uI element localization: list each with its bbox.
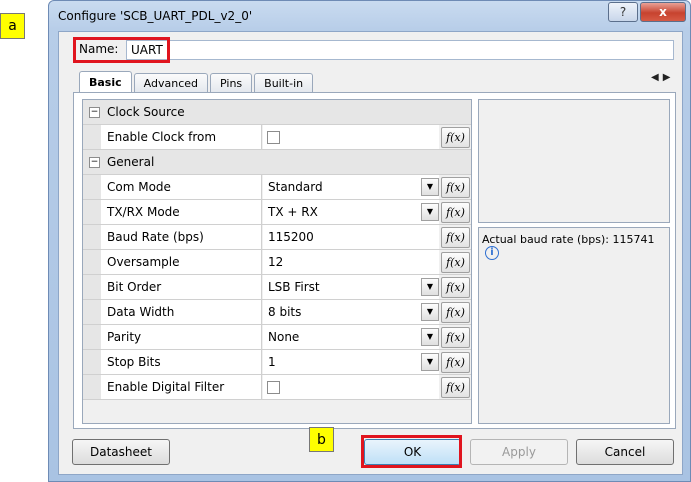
property-name: Enable Digital Filter	[83, 375, 262, 399]
row-gutter	[83, 325, 101, 349]
tab-panel-basic: − Clock Source Enable Clock from Termina…	[73, 92, 676, 429]
collapse-icon[interactable]: −	[89, 157, 100, 168]
cancel-button[interactable]: Cancel	[576, 439, 674, 465]
bit-order-select[interactable]: LSB First ▼	[263, 275, 439, 299]
property-value: 1	[268, 355, 276, 369]
row-enable-clock: Enable Clock from Terminal f(x)	[83, 125, 471, 168]
category-label: General	[107, 155, 155, 169]
tab-basic[interactable]: Basic	[79, 71, 132, 93]
property-value: None	[268, 330, 300, 344]
tab-pins[interactable]: Pins	[210, 73, 253, 92]
callout-b: b	[309, 427, 334, 452]
row-gutter	[83, 350, 101, 374]
chevron-down-icon[interactable]: ▼	[421, 303, 439, 321]
property-value: Standard	[268, 180, 323, 194]
highlight-box-ok	[361, 435, 462, 468]
property-name: Bit Order	[83, 275, 262, 299]
property-name: Oversample	[83, 250, 262, 274]
parity-select[interactable]: None ▼	[263, 325, 439, 349]
row-oversample: Oversample 12 f(x)	[83, 250, 471, 275]
dialog-client: Name: UART Basic Advanced Pins Built-in …	[58, 31, 683, 475]
chevron-down-icon[interactable]: ▼	[421, 278, 439, 296]
row-gutter	[83, 200, 101, 224]
fx-button[interactable]: f(x)	[441, 352, 470, 373]
close-icon: x	[659, 5, 667, 19]
chevron-down-icon[interactable]: ▼	[421, 178, 439, 196]
category-clock-source[interactable]: − Clock Source	[83, 100, 471, 125]
name-input[interactable]: UART	[126, 40, 674, 60]
dialog-window: Configure 'SCB_UART_PDL_v2_0' ? x Name: …	[48, 0, 691, 482]
chevron-down-icon[interactable]: ▼	[421, 328, 439, 346]
fx-button[interactable]: f(x)	[441, 277, 470, 298]
tab-bar: Basic Advanced Pins Built-in	[79, 70, 315, 93]
fx-button[interactable]: f(x)	[441, 227, 470, 248]
digital-filter-checkbox[interactable]	[267, 381, 280, 394]
row-gutter	[83, 275, 101, 299]
symbol-preview	[478, 99, 670, 223]
fx-button[interactable]: f(x)	[441, 202, 470, 223]
txrx-mode-select[interactable]: TX + RX ▼	[263, 200, 439, 224]
tab-scroll-arrows: ◀▶	[651, 72, 674, 83]
property-name: Data Width	[83, 300, 262, 324]
info-icon[interactable]: i	[485, 246, 499, 260]
oversample-input[interactable]: 12	[263, 250, 439, 274]
row-baud-rate: Baud Rate (bps) 115200 f(x)	[83, 225, 471, 250]
tab-scroll-left-icon[interactable]: ◀	[651, 72, 663, 83]
chevron-down-icon[interactable]: ▼	[421, 203, 439, 221]
property-name: Parity	[83, 325, 262, 349]
category-label: Clock Source	[107, 105, 185, 119]
property-value: TX + RX	[268, 205, 318, 219]
row-data-width: Data Width 8 bits ▼ f(x)	[83, 300, 471, 325]
row-gutter	[83, 375, 101, 399]
apply-button[interactable]: Apply	[470, 439, 568, 465]
row-gutter	[83, 300, 101, 324]
baud-rate-input[interactable]: 115200	[263, 225, 439, 249]
help-icon: ?	[619, 5, 627, 19]
fx-button[interactable]: f(x)	[441, 377, 470, 398]
property-name: Stop Bits	[83, 350, 262, 374]
window-title: Configure 'SCB_UART_PDL_v2_0'	[58, 9, 253, 23]
property-value: 8 bits	[268, 305, 302, 319]
datasheet-button[interactable]: Datasheet	[72, 439, 170, 465]
actual-baud-rate-text: Actual baud rate (bps): 115741	[482, 233, 655, 246]
fx-button[interactable]: f(x)	[441, 177, 470, 198]
help-button[interactable]: ?	[608, 2, 638, 22]
highlight-box-name	[73, 37, 170, 63]
property-name: Com Mode	[83, 175, 262, 199]
row-bit-order: Bit Order LSB First ▼ f(x)	[83, 275, 471, 300]
fx-button[interactable]: f(x)	[441, 252, 470, 273]
row-gutter	[83, 250, 101, 274]
row-stop-bits: Stop Bits 1 ▼ f(x)	[83, 350, 471, 375]
property-name: Baud Rate (bps)	[83, 225, 262, 249]
row-gutter	[83, 175, 101, 199]
row-gutter	[83, 225, 101, 249]
row-digital-filter: Enable Digital Filter f(x)	[83, 375, 471, 400]
property-name: TX/RX Mode	[83, 200, 262, 224]
tab-built-in[interactable]: Built-in	[254, 73, 314, 92]
row-com-mode: Com Mode Standard ▼ f(x)	[83, 175, 471, 200]
property-value	[263, 375, 439, 399]
fx-button[interactable]: f(x)	[441, 327, 470, 348]
data-width-select[interactable]: 8 bits ▼	[263, 300, 439, 324]
chevron-down-icon[interactable]: ▼	[421, 353, 439, 371]
close-button[interactable]: x	[640, 2, 686, 22]
collapse-icon[interactable]: −	[89, 107, 100, 118]
tab-scroll-right-icon[interactable]: ▶	[663, 72, 675, 83]
com-mode-select[interactable]: Standard ▼	[263, 175, 439, 199]
row-parity: Parity None ▼ f(x)	[83, 325, 471, 350]
property-value	[263, 125, 439, 149]
property-name: Enable Clock from Terminal	[83, 125, 262, 168]
fx-button[interactable]: f(x)	[441, 302, 470, 323]
stop-bits-select[interactable]: 1 ▼	[263, 350, 439, 374]
property-value: LSB First	[268, 280, 320, 294]
tab-advanced[interactable]: Advanced	[133, 73, 208, 92]
fx-button[interactable]: f(x)	[441, 127, 470, 148]
callout-a: a	[0, 13, 25, 39]
property-grid: − Clock Source Enable Clock from Termina…	[82, 99, 472, 424]
enable-clock-checkbox[interactable]	[267, 131, 280, 144]
row-gutter	[83, 125, 101, 149]
info-panel: Actual baud rate (bps): 115741i	[478, 227, 670, 424]
row-txrx-mode: TX/RX Mode TX + RX ▼ f(x)	[83, 200, 471, 225]
category-general[interactable]: − General	[83, 150, 471, 175]
